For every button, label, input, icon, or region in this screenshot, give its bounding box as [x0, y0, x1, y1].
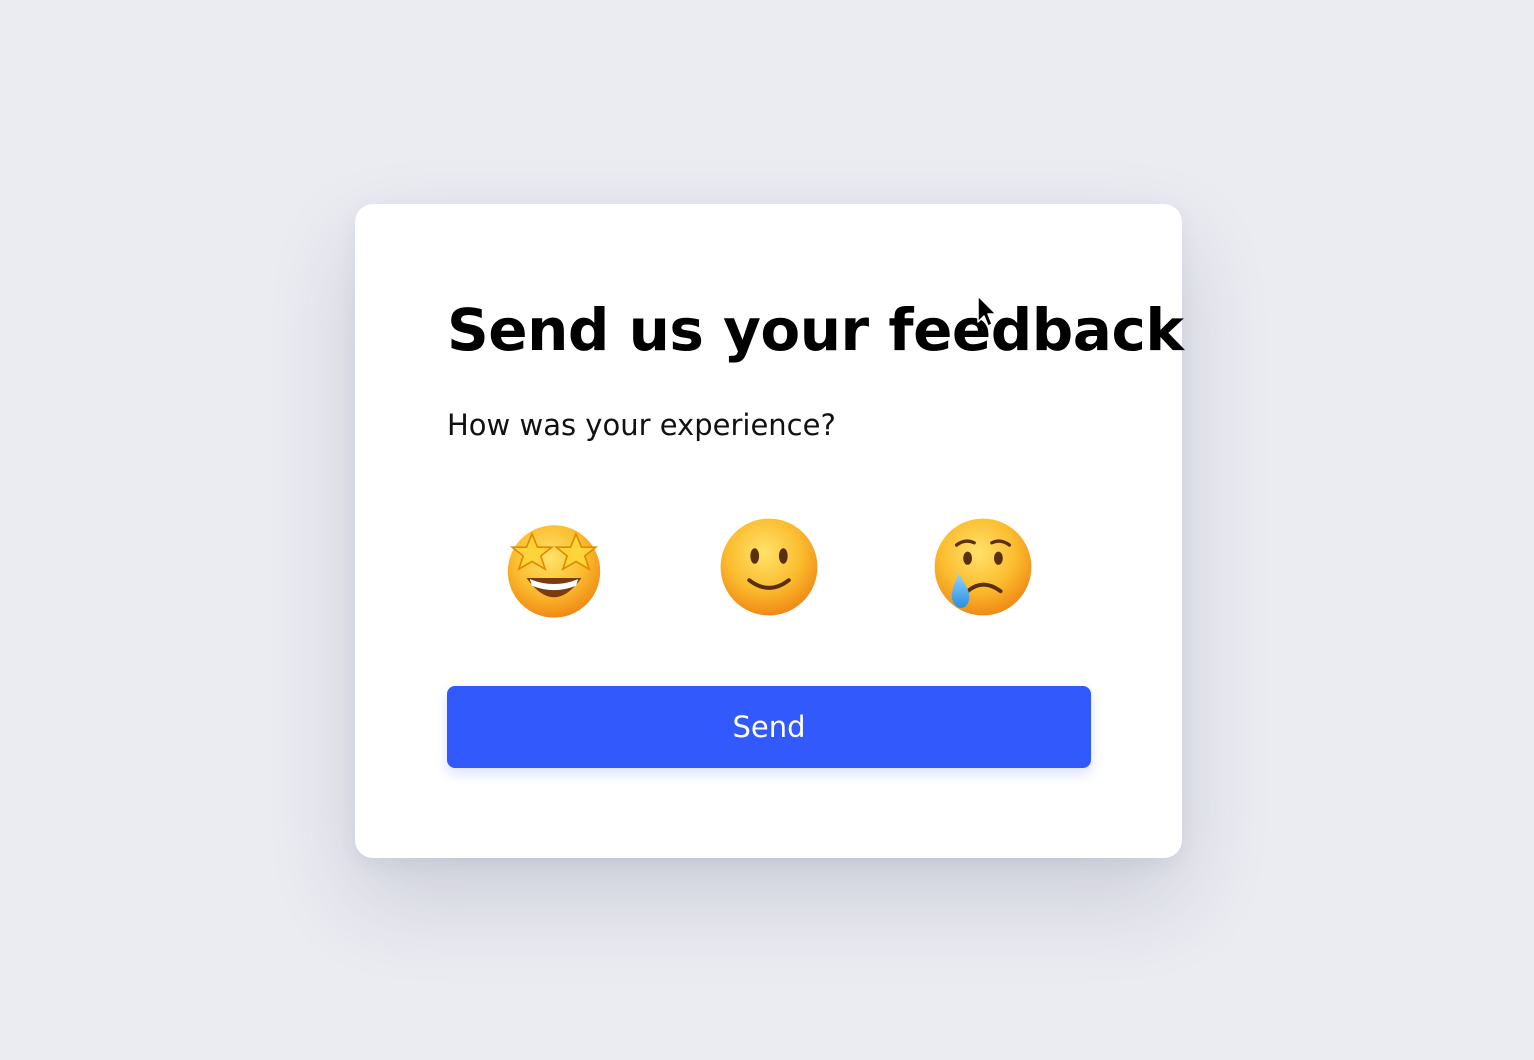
- feedback-card: Send us your feedback How was your exper…: [355, 204, 1184, 858]
- rating-option-bad[interactable]: [928, 512, 1038, 622]
- rating-option-great[interactable]: [499, 512, 609, 622]
- rating-option-okay[interactable]: [714, 512, 824, 622]
- slightly-smiling-emoji-icon: [720, 518, 818, 616]
- star-struck-emoji-icon: [507, 525, 601, 618]
- send-button[interactable]: Send: [447, 686, 1091, 768]
- card-title: Send us your feedback: [447, 296, 1184, 364]
- mouse-cursor-icon: [977, 295, 997, 327]
- crying-emoji-icon: [934, 518, 1032, 616]
- experience-question: How was your experience?: [447, 408, 836, 442]
